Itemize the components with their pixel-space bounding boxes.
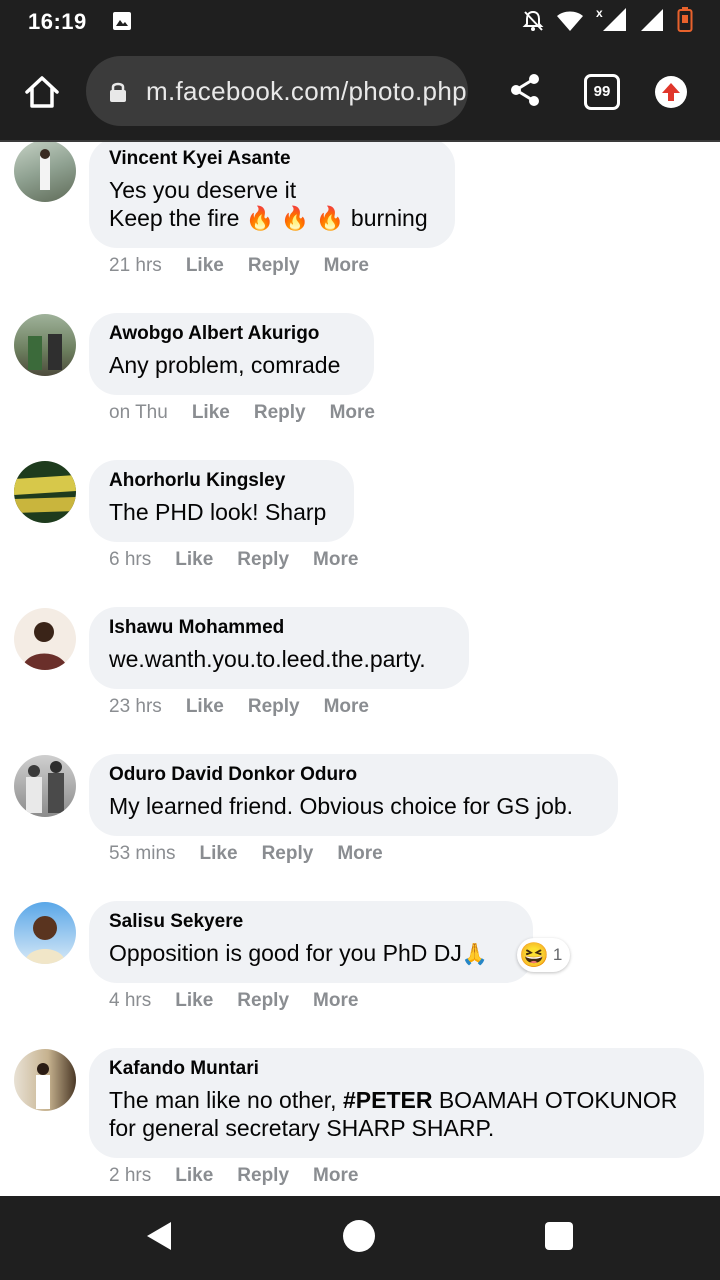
avatar[interactable] — [14, 755, 76, 817]
reply-button[interactable]: Reply — [262, 843, 314, 864]
fire-emoji: 🔥 🔥 🔥 — [245, 205, 345, 231]
like-button[interactable]: Like — [192, 402, 230, 423]
comment-bubble: Salisu Sekyere Opposition is good for yo… — [89, 901, 533, 983]
reaction-badge[interactable]: 😆 1 — [517, 938, 571, 972]
comment-text-line: Yes you deserve it — [109, 177, 297, 203]
avatar[interactable] — [14, 142, 76, 202]
svg-text:x: x — [596, 6, 603, 20]
avatar[interactable] — [14, 314, 76, 376]
comment-actions: 6 hrs Like Reply More — [109, 549, 382, 571]
comment-time[interactable]: 23 hrs — [109, 696, 162, 717]
reply-button[interactable]: Reply — [248, 696, 300, 717]
reply-button[interactable]: Reply — [248, 255, 300, 276]
url-text: m.facebook.com/photo.php — [146, 76, 467, 106]
comment-actions: 21 hrs Like Reply More — [109, 255, 393, 277]
comment-text: The man like no other, #PETER BOAMAH OTO… — [109, 1087, 678, 1141]
comments-feed: Vincent Kyei Asante Yes you deserve it K… — [0, 142, 720, 1196]
comment-bubble: Vincent Kyei Asante Yes you deserve it K… — [89, 142, 455, 248]
more-button[interactable]: More — [324, 255, 369, 276]
more-button[interactable]: More — [313, 990, 358, 1011]
share-icon[interactable] — [508, 72, 542, 108]
more-button[interactable]: More — [337, 843, 382, 864]
reply-button[interactable]: Reply — [237, 549, 289, 570]
comment-actions: 2 hrs Like Reply More — [109, 1165, 382, 1187]
like-button[interactable]: Like — [175, 549, 213, 570]
home-icon[interactable] — [22, 72, 62, 112]
comment-text: we.wanth.you.to.leed.the.party. — [109, 646, 426, 672]
mute-notifications-icon — [522, 10, 544, 31]
avatar[interactable] — [14, 461, 76, 523]
cell-signal-icon — [641, 9, 663, 31]
comment-actions: 23 hrs Like Reply More — [109, 696, 393, 718]
comment-author[interactable]: Ahorhorlu Kingsley — [109, 470, 334, 492]
address-bar[interactable]: m.facebook.com/photo.php — [86, 56, 468, 126]
comment-author[interactable]: Kafando Muntari — [109, 1058, 684, 1080]
cell-signal-no-data-icon: x — [596, 6, 626, 31]
comment-bubble: Awobgo Albert Akurigo Any problem, comra… — [89, 313, 374, 395]
comment-author[interactable]: Ishawu Mohammed — [109, 617, 449, 639]
home-circle-icon[interactable] — [343, 1220, 375, 1252]
comment-bubble: Kafando Muntari The man like no other, #… — [89, 1048, 704, 1158]
like-button[interactable]: Like — [175, 990, 213, 1011]
comment-author[interactable]: Awobgo Albert Akurigo — [109, 323, 354, 345]
image-notification-icon — [113, 12, 131, 30]
like-button[interactable]: Like — [186, 696, 224, 717]
comment-time[interactable]: 53 mins — [109, 843, 176, 864]
more-button[interactable]: More — [313, 549, 358, 570]
comment-text: The PHD look! Sharp — [109, 499, 327, 525]
reply-button[interactable]: Reply — [237, 1165, 289, 1186]
reply-button[interactable]: Reply — [254, 402, 306, 423]
back-icon[interactable] — [145, 1220, 173, 1252]
comment-actions: on Thu Like Reply More — [109, 402, 399, 424]
comment-author[interactable]: Salisu Sekyere — [109, 911, 513, 933]
comment-text-line: Keep the fire 🔥 🔥 🔥 burning — [109, 205, 428, 231]
laughing-reaction-icon: 😆 — [519, 941, 549, 969]
reply-button[interactable]: Reply — [237, 990, 289, 1011]
status-time: 16:19 — [28, 9, 87, 34]
comment-actions: 53 mins Like Reply More — [109, 843, 407, 865]
system-nav-bar — [0, 1196, 720, 1280]
recent-apps-icon[interactable] — [545, 1222, 573, 1250]
comment-bubble: Ahorhorlu Kingsley The PHD look! Sharp — [89, 460, 354, 542]
like-button[interactable]: Like — [200, 843, 238, 864]
browser-toolbar: m.facebook.com/photo.php 99 — [0, 42, 720, 142]
lock-icon — [110, 82, 126, 102]
more-button[interactable]: More — [330, 402, 375, 423]
status-bar: 16:19 x — [0, 0, 720, 42]
avatar[interactable] — [14, 608, 76, 670]
comment-bubble: Oduro David Donkor Oduro My learned frie… — [89, 754, 618, 836]
comment-time[interactable]: 6 hrs — [109, 549, 151, 570]
more-button[interactable]: More — [324, 696, 369, 717]
praying-hands-emoji: 🙏 — [461, 943, 489, 966]
hashtag-link[interactable]: #PETER — [343, 1087, 432, 1113]
comment-time[interactable]: 4 hrs — [109, 990, 151, 1011]
tabs-icon[interactable]: 99 — [584, 74, 620, 110]
comment-time[interactable]: 2 hrs — [109, 1165, 151, 1186]
like-button[interactable]: Like — [186, 255, 224, 276]
comment-text: Any problem, comrade — [109, 352, 341, 378]
wifi-icon — [557, 11, 583, 31]
reaction-count: 1 — [552, 945, 563, 964]
comment-text: My learned friend. Obvious choice for GS… — [109, 793, 574, 819]
comment-time[interactable]: 21 hrs — [109, 255, 162, 276]
avatar[interactable] — [14, 1049, 76, 1111]
upload-arrow-icon[interactable] — [655, 76, 687, 108]
comment-time[interactable]: on Thu — [109, 402, 168, 423]
more-button[interactable]: More — [313, 1165, 358, 1186]
comment-author[interactable]: Vincent Kyei Asante — [109, 148, 435, 170]
comment-text: Opposition is good for you PhD DJ🙏 — [109, 940, 489, 966]
comment-text: Yes you deserve it Keep the fire 🔥 🔥 🔥 b… — [109, 176, 435, 232]
battery-low-icon — [677, 7, 693, 32]
comment-actions: 4 hrs Like Reply More — [109, 990, 382, 1012]
like-button[interactable]: Like — [175, 1165, 213, 1186]
comment-bubble: Ishawu Mohammed we.wanth.you.to.leed.the… — [89, 607, 469, 689]
comment-author[interactable]: Oduro David Donkor Oduro — [109, 764, 598, 786]
avatar[interactable] — [14, 902, 76, 964]
